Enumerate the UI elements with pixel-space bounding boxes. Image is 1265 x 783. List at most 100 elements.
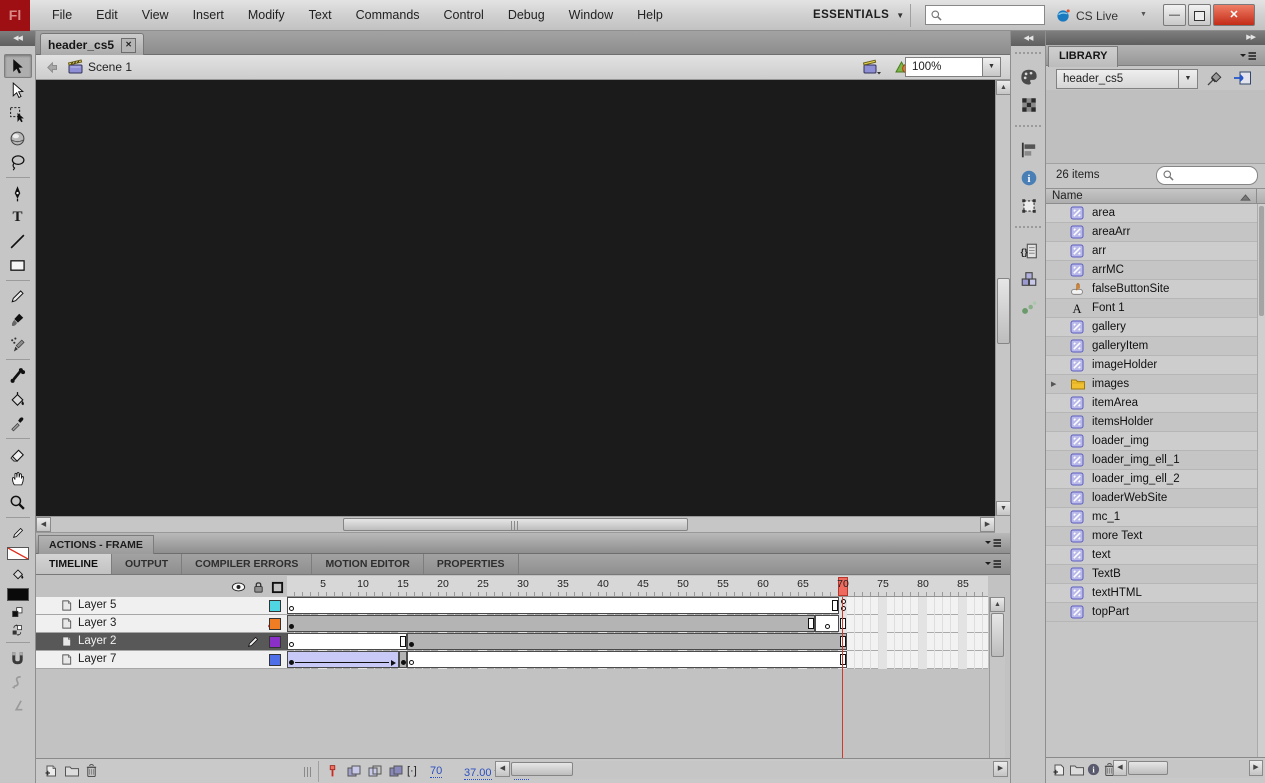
current-frame-field[interactable]: 70 bbox=[430, 765, 442, 778]
library-item-itemsholder[interactable]: itemsHolder bbox=[1046, 413, 1257, 432]
restore-button[interactable] bbox=[1188, 4, 1211, 26]
timeline-frames-grid[interactable] bbox=[287, 597, 988, 669]
library-item-name[interactable]: images bbox=[1092, 378, 1129, 390]
align-panel-button[interactable] bbox=[1011, 136, 1047, 164]
library-item-mc-1[interactable]: mc_1 bbox=[1046, 508, 1257, 527]
text-tool[interactable]: T bbox=[4, 205, 32, 229]
hand-tool[interactable] bbox=[4, 466, 32, 490]
frames-row-layer-3[interactable] bbox=[287, 615, 988, 633]
scroll-right-icon[interactable]: ▶ bbox=[1249, 760, 1263, 776]
swatches-panel-button[interactable] bbox=[1011, 91, 1047, 119]
menu-commands[interactable]: Commands bbox=[344, 0, 432, 31]
library-item-name[interactable]: more Text bbox=[1092, 530, 1142, 542]
3d-rotation-tool[interactable] bbox=[4, 126, 32, 150]
library-hscroll-thumb[interactable] bbox=[1128, 761, 1168, 775]
scroll-right-icon[interactable]: ▶ bbox=[993, 761, 1008, 777]
chevron-down-icon[interactable]: ▼ bbox=[982, 58, 1000, 76]
item-properties-button[interactable]: i bbox=[1087, 763, 1100, 776]
show-hide-layers-eye-icon[interactable] bbox=[231, 581, 246, 593]
center-frame-button[interactable] bbox=[328, 764, 337, 778]
library-item-font-1[interactable]: A Font 1 bbox=[1046, 299, 1257, 318]
stage-horizontal-scrollbar[interactable]: ◀ ▶ bbox=[36, 516, 995, 533]
tab-properties[interactable]: PROPERTIES bbox=[424, 554, 519, 574]
library-item-name[interactable]: Font 1 bbox=[1092, 302, 1125, 314]
library-item-name[interactable]: text bbox=[1092, 549, 1111, 561]
frames-row-layer-5[interactable] bbox=[287, 597, 988, 615]
collapse-to-icons-button[interactable]: ▶▶ bbox=[1046, 31, 1265, 45]
library-item-textb[interactable]: TextB bbox=[1046, 565, 1257, 584]
library-item-loader-img-ell-1[interactable]: loader_img_ell_1 bbox=[1046, 451, 1257, 470]
pen-tool[interactable] bbox=[4, 181, 32, 205]
document-tab[interactable]: header_cs5 ✕ bbox=[40, 33, 144, 56]
layer-outline-color-swatch[interactable] bbox=[269, 618, 281, 630]
library-item-name[interactable]: gallery bbox=[1092, 321, 1126, 333]
modify-markers-button[interactable]: [·] bbox=[407, 765, 417, 777]
bone-tool[interactable] bbox=[4, 363, 32, 387]
panel-menu-icon[interactable] bbox=[984, 538, 1002, 550]
lasso-tool[interactable] bbox=[4, 150, 32, 174]
scroll-left-icon[interactable]: ◀ bbox=[36, 517, 51, 532]
layer-row-layer-5[interactable]: Layer 5 bbox=[36, 597, 287, 615]
zoom-tool[interactable] bbox=[4, 490, 32, 514]
layer-outline-color-swatch[interactable] bbox=[269, 600, 281, 612]
menu-insert[interactable]: Insert bbox=[181, 0, 236, 31]
frame-rate-field[interactable]: 37.00 bbox=[464, 767, 492, 780]
scene-breadcrumb[interactable]: Scene 1 bbox=[88, 60, 132, 74]
library-tab[interactable]: LIBRARY bbox=[1048, 46, 1118, 67]
stroke-color-control[interactable] bbox=[4, 521, 32, 545]
timeline-vscroll-thumb[interactable] bbox=[991, 613, 1004, 657]
menu-edit[interactable]: Edit bbox=[84, 0, 130, 31]
code-snippets-panel-button[interactable]: {} bbox=[1011, 237, 1047, 265]
line-tool[interactable] bbox=[4, 229, 32, 253]
library-item-galleryitem[interactable]: galleryItem bbox=[1046, 337, 1257, 356]
library-item-name[interactable]: area bbox=[1092, 207, 1115, 219]
new-symbol-button[interactable] bbox=[1052, 763, 1066, 777]
chevron-down-icon[interactable]: ▼ bbox=[1178, 70, 1197, 88]
library-search-input[interactable] bbox=[1175, 169, 1251, 183]
scroll-up-icon[interactable]: ▲ bbox=[996, 80, 1011, 95]
workspace-switcher[interactable]: ESSENTIALS▼ bbox=[813, 0, 905, 31]
timeline-horizontal-scrollbar[interactable]: ◀ ▶ bbox=[495, 761, 1008, 779]
library-item-loaderwebsite[interactable]: loaderWebSite bbox=[1046, 489, 1257, 508]
library-item-area[interactable]: area bbox=[1046, 204, 1257, 223]
library-item-gallery[interactable]: gallery bbox=[1046, 318, 1257, 337]
chevron-down-icon[interactable]: ▼ bbox=[1140, 11, 1147, 18]
pencil-tool[interactable] bbox=[4, 284, 32, 308]
menu-control[interactable]: Control bbox=[432, 0, 496, 31]
color-panel-button[interactable] bbox=[1011, 63, 1047, 91]
library-item-more-text[interactable]: more Text bbox=[1046, 527, 1257, 546]
library-item-arrmc[interactable]: arrMC bbox=[1046, 261, 1257, 280]
layer-row-layer-3[interactable]: Layer 3✗ bbox=[36, 615, 287, 633]
collapse-tools-button[interactable]: ◀◀ bbox=[0, 31, 35, 46]
tab-timeline[interactable]: TIMELINE bbox=[36, 554, 112, 574]
paint-bucket-tool[interactable] bbox=[4, 387, 32, 411]
statusbar-gripper[interactable] bbox=[304, 767, 313, 777]
delete-layer-trash-button[interactable] bbox=[85, 763, 98, 778]
brush-tool[interactable] bbox=[4, 308, 32, 332]
eyedropper-tool[interactable] bbox=[4, 411, 32, 435]
library-search-box[interactable] bbox=[1156, 166, 1258, 185]
tab-output[interactable]: OUTPUT bbox=[112, 554, 182, 574]
info-panel-button[interactable]: i bbox=[1011, 164, 1047, 192]
library-item-name[interactable]: areaArr bbox=[1092, 226, 1130, 238]
edit-scene-button[interactable] bbox=[862, 59, 882, 76]
library-item-name[interactable]: TextB bbox=[1092, 568, 1121, 580]
app-search-box[interactable] bbox=[925, 5, 1045, 25]
library-item-name[interactable]: itemArea bbox=[1092, 397, 1138, 409]
onion-skin-outlines-button[interactable] bbox=[367, 764, 383, 778]
library-item-imageholder[interactable]: imageHolder bbox=[1046, 356, 1257, 375]
library-item-name[interactable]: loader_img bbox=[1092, 435, 1149, 447]
tab-motion-editor[interactable]: MOTION EDITOR bbox=[312, 554, 423, 574]
snap-to-objects-button[interactable] bbox=[4, 646, 32, 670]
scroll-up-icon[interactable]: ▲ bbox=[990, 597, 1005, 612]
library-item-name[interactable]: galleryItem bbox=[1092, 340, 1148, 352]
dock-gripper[interactable] bbox=[1015, 52, 1041, 57]
close-button[interactable]: ✕ bbox=[1213, 4, 1255, 26]
library-item-falsebuttonsite[interactable]: falseButtonSite bbox=[1046, 280, 1257, 299]
eraser-tool[interactable] bbox=[4, 442, 32, 466]
library-item-itemarea[interactable]: itemArea bbox=[1046, 394, 1257, 413]
fill-color-control[interactable] bbox=[4, 562, 32, 586]
dock-gripper[interactable] bbox=[1015, 125, 1041, 130]
menu-text[interactable]: Text bbox=[297, 0, 344, 31]
new-folder-button[interactable] bbox=[64, 764, 80, 778]
